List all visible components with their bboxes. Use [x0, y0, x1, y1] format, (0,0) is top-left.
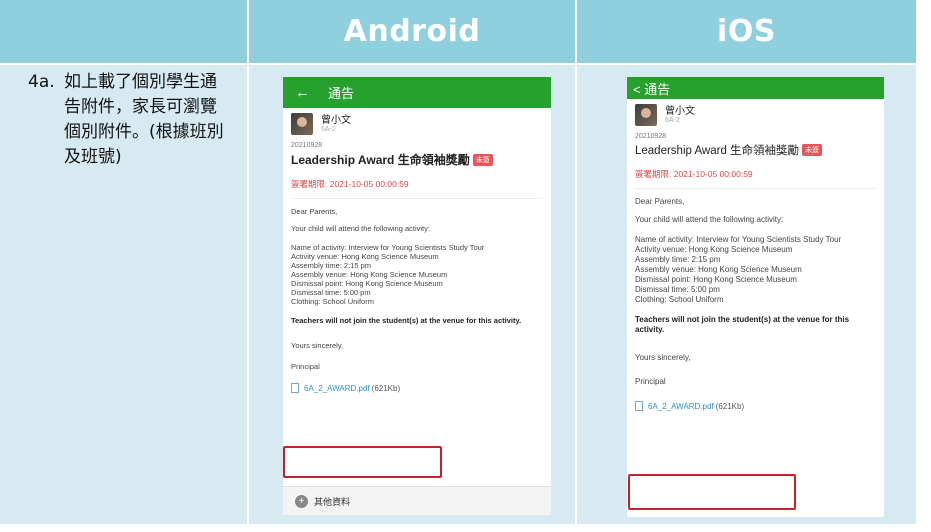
- greeting: Dear Parents,: [291, 207, 338, 216]
- step-text: 如上載了個別學生通告附件，家長可瀏覽個別附件。(根據班別及班號): [64, 72, 224, 167]
- teacher-note: Teachers will not join the student(s) at…: [635, 315, 850, 334]
- sender-class: 6A-2: [321, 126, 336, 133]
- sender-name: 曾小文: [665, 106, 695, 117]
- dismissal-point: Dismissal point: Hong Kong Science Museu…: [635, 275, 797, 284]
- header-blank-cell: [0, 0, 247, 63]
- header-ios: iOS: [577, 0, 916, 63]
- avatar: [635, 104, 657, 126]
- avatar: [291, 113, 313, 135]
- sender-name: 曾小文: [321, 115, 351, 126]
- attachment-link[interactable]: 6A_2_AWARD.pdf (621Kb): [291, 383, 543, 393]
- back-arrow-icon[interactable]: ←: [295, 84, 310, 101]
- notice-title: Leadership Award 生命領袖獎勵: [291, 153, 470, 167]
- sign-deadline: 簽署期限: 2021-10-05 00:00:59: [635, 169, 753, 179]
- step-number: 4a.: [28, 72, 55, 92]
- more-info-label: 其他資料: [314, 496, 351, 507]
- more-info-bar[interactable]: + 其他資料: [283, 486, 551, 515]
- attachment-name[interactable]: 6A_2_AWARD.pdf: [648, 402, 714, 411]
- status-badge: 未簽: [472, 153, 493, 166]
- clothing: Clothing: School Uniform: [635, 295, 724, 304]
- file-icon: [291, 383, 299, 393]
- ios-nav-bar: < 通告: [627, 77, 884, 99]
- android-heading: Android: [343, 14, 481, 49]
- intro: Your child will attend the following act…: [635, 215, 784, 224]
- attachment-highlight-android: [283, 446, 442, 478]
- notice-date: 20210928: [291, 142, 323, 149]
- signature: Principal: [635, 377, 666, 386]
- back-button[interactable]: < 通告: [633, 79, 670, 98]
- file-icon: [635, 401, 643, 411]
- activity-name: Name of activity: Interview for Young Sc…: [291, 243, 485, 252]
- greeting: Dear Parents,: [635, 197, 685, 206]
- closing: Yours sincerely,: [635, 353, 691, 362]
- sender-row: 曾小文 6A-2: [283, 108, 551, 140]
- activity-venue: Activity venue: Hong Kong Science Museum: [291, 252, 439, 261]
- attachment-size: (621Kb): [715, 401, 745, 411]
- notice-date: 20210928: [635, 133, 667, 140]
- intro: Your child will attend the following act…: [291, 224, 430, 233]
- closing: Yours sincerely,: [291, 341, 344, 350]
- attachment-highlight-ios: [628, 474, 796, 510]
- clothing: Clothing: School Uniform: [291, 297, 374, 306]
- assembly-time: Assembly time: 2:15 pm: [291, 261, 372, 270]
- attachment-size: (621Kb): [371, 383, 401, 393]
- status-badge: 未簽: [802, 144, 823, 156]
- dismissal-time: Dismissal time: 5:00 pm: [635, 285, 720, 294]
- notice-title: Leadership Award 生命領袖獎勵: [635, 145, 800, 157]
- dismissal-point: Dismissal point: Hong Kong Science Museu…: [291, 279, 443, 288]
- android-app-bar: ← 通告: [283, 77, 551, 108]
- sender-class: 6A-2: [665, 117, 680, 124]
- activity-venue: Activity venue: Hong Kong Science Museum: [635, 245, 793, 254]
- activity-name: Name of activity: Interview for Young Sc…: [635, 235, 842, 244]
- teacher-note: Teachers will not join the student(s) at…: [291, 316, 522, 325]
- attachment-name[interactable]: 6A_2_AWARD.pdf: [304, 384, 370, 393]
- assembly-venue: Assembly venue: Hong Kong Science Museum: [635, 265, 802, 274]
- step-cell: 4a. 如上載了個別學生通告附件，家長可瀏覽個別附件。(根據班別及班號): [0, 65, 247, 524]
- sender-row: 曾小文 6A-2: [627, 99, 884, 131]
- ios-screenshot: < 通告 曾小文 6A-2 20210928 Leadership Award …: [627, 77, 884, 517]
- signature: Principal: [291, 362, 320, 371]
- plus-icon: +: [295, 494, 308, 508]
- attachment-link[interactable]: 6A_2_AWARD.pdf (621Kb): [635, 401, 876, 411]
- dismissal-time: Dismissal time: 5:00 pm: [291, 288, 371, 297]
- header-android: Android: [249, 0, 575, 63]
- assembly-time: Assembly time: 2:15 pm: [635, 255, 721, 264]
- assembly-venue: Assembly venue: Hong Kong Science Museum: [291, 270, 448, 279]
- ios-heading: iOS: [717, 14, 776, 49]
- sign-deadline: 簽署期限: 2021-10-05 00:00:59: [291, 179, 409, 189]
- app-bar-title: 通告: [328, 86, 355, 101]
